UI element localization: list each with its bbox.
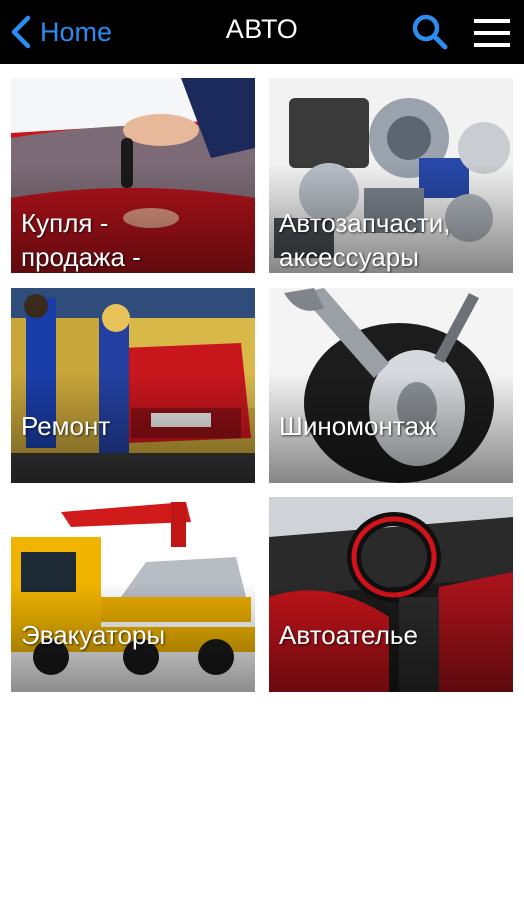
back-label: Home — [40, 16, 113, 47]
tile-label: Купля - продажа - — [21, 208, 141, 272]
tile-label: Автозапчасти, аксессуары — [279, 208, 451, 272]
category-tile-buy-sell[interactable]: Купля - продажа - — [11, 78, 255, 273]
back-button[interactable]: Home — [8, 14, 112, 50]
tile-label: Эвакуаторы — [21, 620, 166, 650]
category-tile-repair[interactable]: Ремонт — [11, 288, 255, 483]
category-tile-spare-parts[interactable]: Автозапчасти, аксессуары — [269, 78, 513, 273]
hamburger-menu-icon[interactable] — [472, 16, 512, 50]
category-tile-interior-studio[interactable]: Автоателье — [269, 497, 513, 692]
category-tile-tire-service[interactable]: Шиномонтаж — [269, 288, 513, 483]
tile-label: Шиномонтаж — [279, 411, 437, 441]
chevron-left-icon — [11, 15, 31, 49]
top-bar: Home АВТО — [0, 0, 524, 64]
tile-label: Ремонт — [21, 411, 111, 441]
category-tile-tow-trucks[interactable]: Эвакуаторы — [11, 497, 255, 692]
search-icon[interactable] — [410, 12, 450, 52]
tile-label: Автоателье — [279, 620, 418, 650]
